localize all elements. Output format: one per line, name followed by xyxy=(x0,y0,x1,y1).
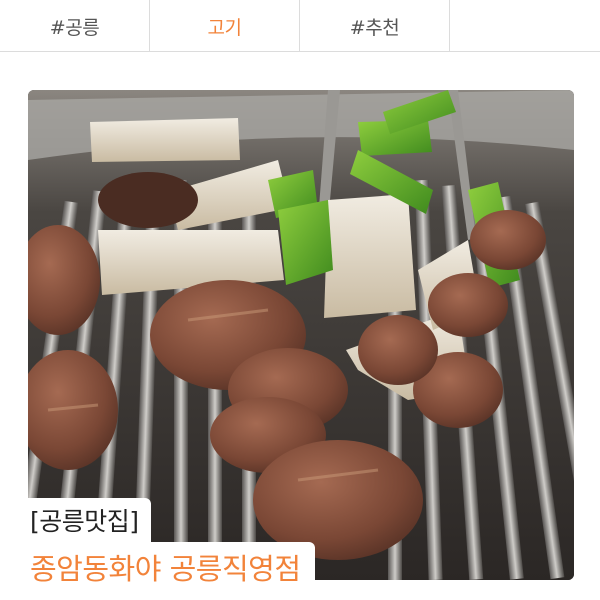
tab-gongneung[interactable]: #공릉 xyxy=(0,0,150,52)
restaurant-title[interactable]: 종암동화야 공릉직영점 xyxy=(18,542,315,592)
tab-meat[interactable]: 고기 xyxy=(150,0,300,52)
tab-empty[interactable] xyxy=(450,0,600,52)
category-tabs: #공릉 고기 #추천 xyxy=(0,0,600,52)
tab-recommend[interactable]: #추천 xyxy=(300,0,450,52)
restaurant-tag: [공릉맛집] xyxy=(18,498,151,542)
